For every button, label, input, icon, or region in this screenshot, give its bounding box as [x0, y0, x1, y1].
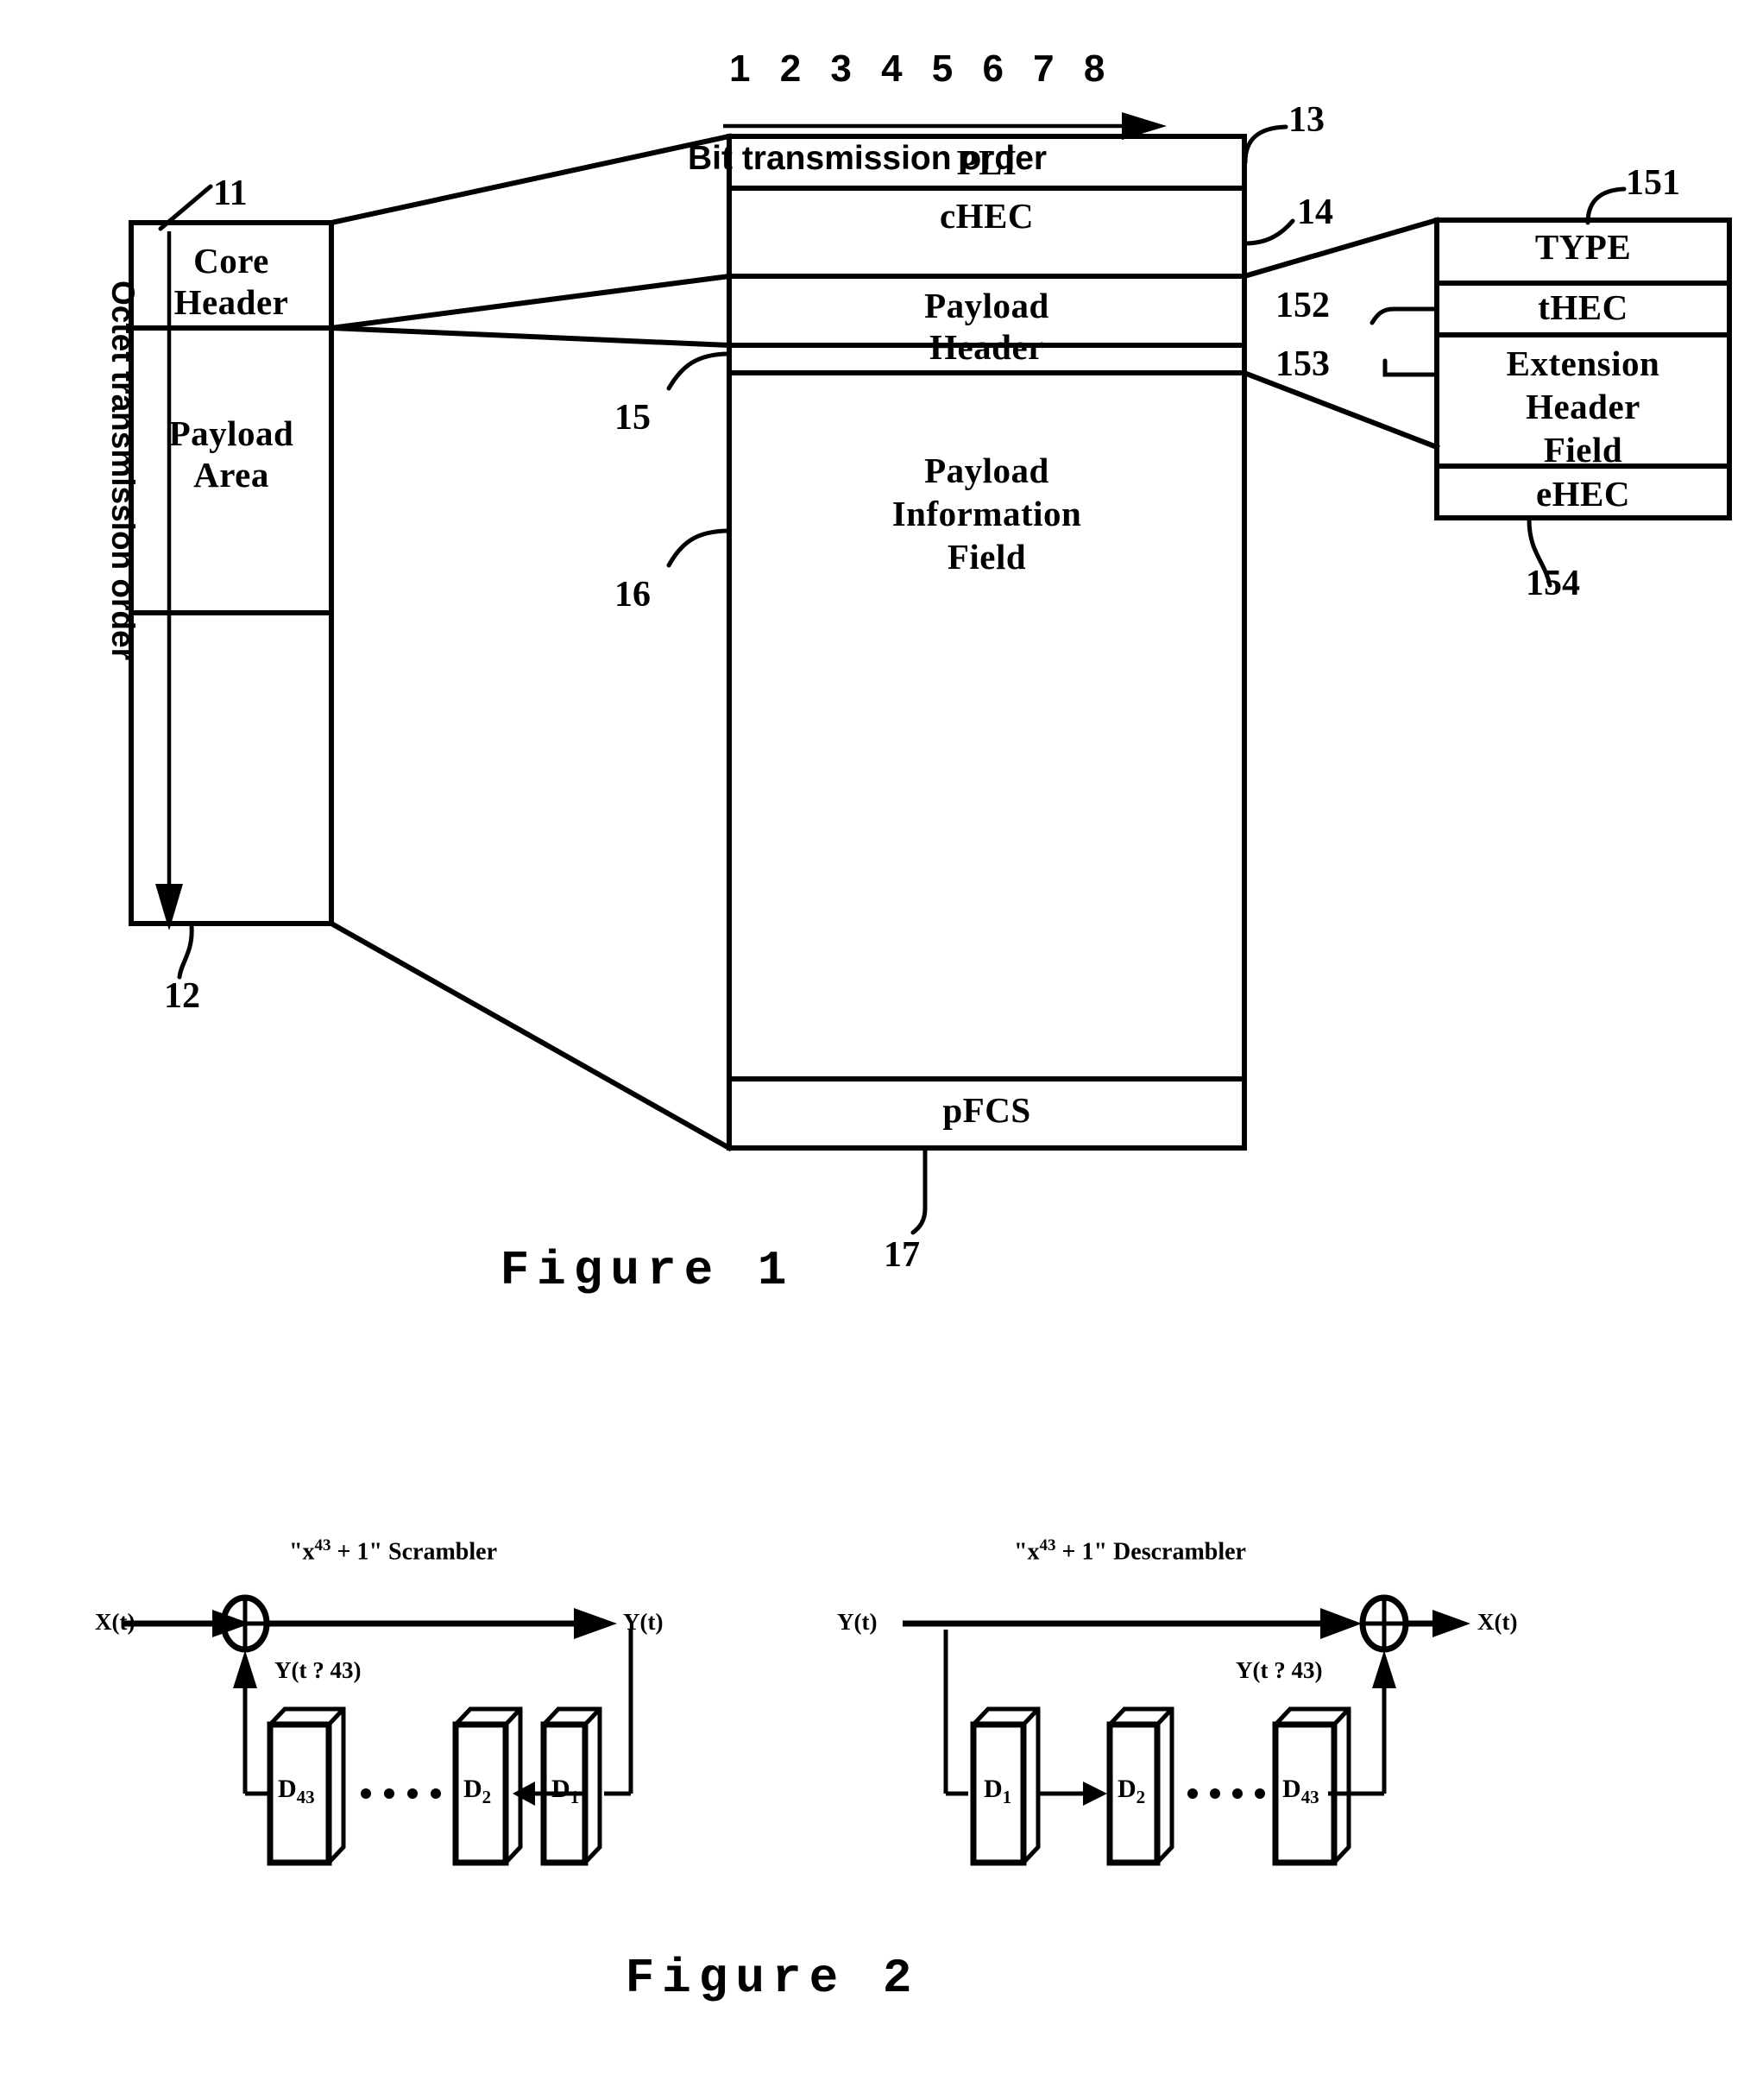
ext-header-line3: Field [1543, 430, 1623, 470]
thec-box-label: tHEC [1538, 287, 1628, 327]
payload-header-line1: Payload [924, 286, 1049, 325]
scrambler-d1-index: 1 [570, 1787, 580, 1807]
connector-payload-area [327, 273, 734, 1152]
ref-15: 15 [614, 398, 651, 438]
ehec-box-label: eHEC [1535, 474, 1631, 514]
descrambler-register-d1-label: D1 [984, 1775, 1011, 1808]
descrambler-register-d43-label: D43 [1282, 1775, 1319, 1808]
extension-header-field-box-label: Extension Header Field [1437, 342, 1729, 471]
descrambler-title: "x43 + 1" Descrambler [1014, 1536, 1246, 1566]
descrambler-output-label: X(t) [1477, 1609, 1518, 1635]
payload-info-line2: Information [891, 494, 1082, 533]
bit-numbers: 1 2 3 4 5 6 7 8 [729, 47, 1115, 90]
ref-14: 14 [1297, 192, 1333, 232]
ref-153: 153 [1275, 344, 1330, 384]
descrambler-title-suffix: + 1" Descrambler [1055, 1538, 1246, 1566]
payload-area-line1: Payload [168, 413, 294, 453]
payload-header-line2: Header [929, 327, 1044, 367]
ref-16: 16 [614, 575, 651, 615]
ref-152: 152 [1275, 286, 1330, 325]
octet-transmission-arrow [155, 231, 183, 930]
descrambler-title-exponent: 43 [1039, 1536, 1056, 1555]
payload-info-line1: Payload [924, 451, 1049, 490]
payload-area-box-label: Payload Area [131, 413, 331, 495]
scrambler-d43-name: D [278, 1775, 297, 1803]
scrambler-title: "x43 + 1" Scrambler [289, 1536, 497, 1566]
type-box-label: TYPE [1534, 227, 1632, 267]
connector-payload-header [1241, 217, 1440, 451]
scrambler-title-suffix: + 1" Scrambler [331, 1538, 498, 1566]
descrambler-d43-index: 43 [1300, 1787, 1319, 1807]
ref-13: 13 [1288, 100, 1325, 140]
core-header-box-label: Core Header [131, 240, 331, 323]
payload-header-box-label: Payload Header [729, 285, 1244, 368]
scrambler-title-prefix: "x [289, 1538, 315, 1566]
descrambler-d1-name: D [984, 1775, 1003, 1803]
ref-154: 154 [1526, 564, 1580, 603]
chec-box-label: cHEC [939, 196, 1035, 236]
ref-12: 12 [164, 976, 200, 1016]
descrambler-input-label: Y(t) [837, 1609, 878, 1635]
scrambler-d1-name: D [551, 1775, 570, 1803]
scrambler-register-d43-label: D43 [278, 1775, 315, 1808]
scrambler-feedback-label: Y(t ? 43) [274, 1657, 362, 1683]
descrambler-register-d2-label: D2 [1118, 1775, 1145, 1808]
figure2-descrambler-linework [903, 1594, 1470, 1866]
pfcs-box-label: pFCS [942, 1090, 1031, 1130]
core-header-line1: Core [193, 241, 269, 281]
descrambler-title-prefix: "x [1014, 1538, 1040, 1566]
ellipsis-dots-scrambler [361, 1788, 441, 1799]
pli-box-label: PLI [956, 142, 1017, 182]
scrambler-register-d1-label: D1 [551, 1775, 579, 1808]
ellipsis-dots-descrambler [1187, 1788, 1265, 1799]
payload-info-line3: Field [947, 537, 1027, 577]
scrambler-d2-name: D [463, 1775, 482, 1803]
scrambler-d43-index: 43 [296, 1787, 315, 1807]
descrambler-feedback-label: Y(t ? 43) [1236, 1657, 1323, 1683]
scrambler-register-d2-label: D2 [463, 1775, 491, 1808]
patent-figure-page: 1 2 3 4 5 6 7 8 Bit transmission order O… [0, 0, 1763, 2100]
descrambler-d1-index: 1 [1002, 1787, 1012, 1807]
figure1-caption: Figure 1 [500, 1243, 795, 1298]
figure1-linework [129, 112, 1732, 1235]
payload-area-detail-box [727, 274, 1247, 1151]
scrambler-input-label: X(t) [95, 1609, 135, 1635]
figure2-caption: Figure 2 [625, 1951, 920, 2006]
descrambler-d2-index: 2 [1136, 1787, 1146, 1807]
descrambler-d2-name: D [1118, 1775, 1137, 1803]
connector-core-header [328, 133, 733, 349]
scrambler-output-label: Y(t) [623, 1609, 664, 1635]
payload-area-line2: Area [193, 455, 269, 495]
scrambler-d2-index: 2 [482, 1787, 492, 1807]
core-header-line2: Header [173, 282, 289, 322]
ref-151: 151 [1626, 163, 1680, 203]
figure2-scrambler-linework [123, 1594, 633, 1866]
descrambler-d43-name: D [1282, 1775, 1301, 1803]
ref-11: 11 [213, 173, 248, 213]
payload-information-field-box-label: Payload Information Field [729, 449, 1244, 578]
scrambler-title-exponent: 43 [314, 1536, 331, 1555]
ext-header-line1: Extension [1506, 344, 1660, 383]
ext-header-line2: Header [1526, 387, 1640, 426]
